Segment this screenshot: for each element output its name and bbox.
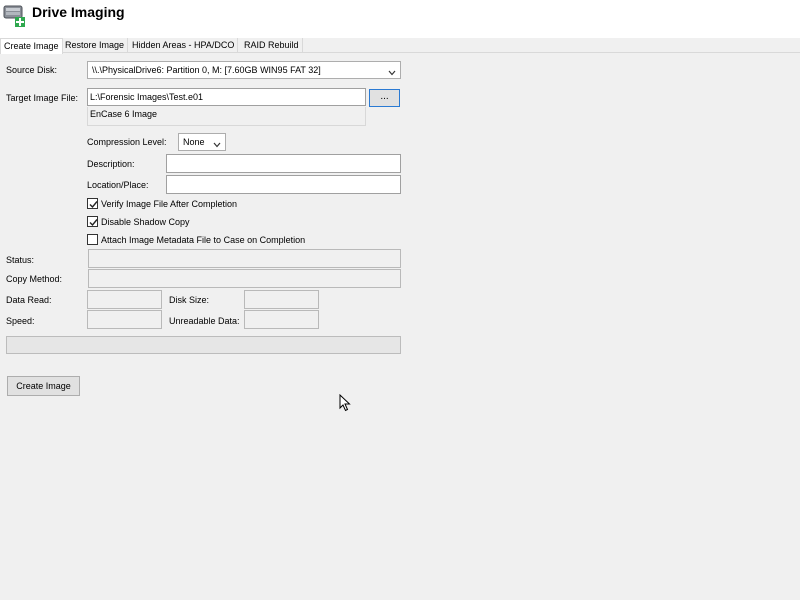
- data-read-label: Data Read:: [6, 295, 52, 305]
- tab-create-image[interactable]: Create Image: [0, 38, 63, 54]
- create-image-button[interactable]: Create Image: [7, 376, 80, 396]
- tab-strip: Create Image Restore Image Hidden Areas …: [0, 38, 800, 54]
- speed-field: [87, 310, 162, 329]
- chevron-down-icon: [213, 138, 221, 148]
- source-disk-label: Source Disk:: [6, 65, 58, 75]
- copy-method-label: Copy Method:: [6, 274, 63, 284]
- description-label: Description:: [87, 159, 135, 169]
- compression-level-label: Compression Level:: [87, 137, 167, 147]
- copy-method-field: [88, 269, 401, 288]
- verify-image-label: Verify Image File After Completion: [101, 199, 238, 209]
- compression-level-select[interactable]: None: [178, 133, 226, 151]
- target-image-file-input[interactable]: L:\Forensic Images\Test.e01: [87, 88, 366, 106]
- disable-shadow-copy-label: Disable Shadow Copy: [101, 217, 190, 227]
- disk-size-field: [244, 290, 319, 309]
- description-input[interactable]: [166, 154, 401, 173]
- location-label: Location/Place:: [87, 180, 149, 190]
- source-disk-value: \\.\PhysicalDrive6: Partition 0, M: [7.6…: [92, 65, 321, 75]
- status-field: [88, 249, 401, 268]
- verify-image-checkbox[interactable]: [87, 198, 98, 209]
- image-format-field: EnCase 6 Image: [87, 107, 366, 126]
- data-read-field: [87, 290, 162, 309]
- attach-metadata-label: Attach Image Metadata File to Case on Co…: [101, 235, 306, 245]
- disable-shadow-copy-checkbox[interactable]: [87, 216, 98, 227]
- checkmark-icon: [89, 219, 98, 227]
- progress-bar: [6, 336, 401, 354]
- status-label: Status:: [6, 255, 35, 265]
- speed-label: Speed:: [6, 316, 35, 326]
- tab-raid-rebuild[interactable]: RAID Rebuild: [241, 38, 303, 53]
- unreadable-data-field: [244, 310, 319, 329]
- page-title: Drive Imaging: [32, 4, 125, 20]
- target-image-file-label: Target Image File:: [6, 93, 79, 103]
- location-input[interactable]: [166, 175, 401, 194]
- mouse-pointer-icon: [339, 393, 351, 412]
- compression-level-value: None: [183, 137, 205, 147]
- tab-hidden-areas[interactable]: Hidden Areas - HPA/DCO: [129, 38, 239, 53]
- browse-button[interactable]: ...: [369, 89, 400, 107]
- tab-restore-image[interactable]: Restore Image: [62, 38, 129, 53]
- drive-imaging-icon: [2, 3, 28, 29]
- image-format-value: EnCase 6 Image: [90, 109, 158, 119]
- chevron-down-icon: [388, 66, 396, 76]
- disk-size-label: Disk Size:: [169, 295, 210, 305]
- attach-metadata-checkbox[interactable]: [87, 234, 98, 245]
- unreadable-data-label: Unreadable Data:: [169, 316, 240, 326]
- source-disk-select[interactable]: \\.\PhysicalDrive6: Partition 0, M: [7.6…: [87, 61, 401, 79]
- checkmark-icon: [89, 201, 98, 209]
